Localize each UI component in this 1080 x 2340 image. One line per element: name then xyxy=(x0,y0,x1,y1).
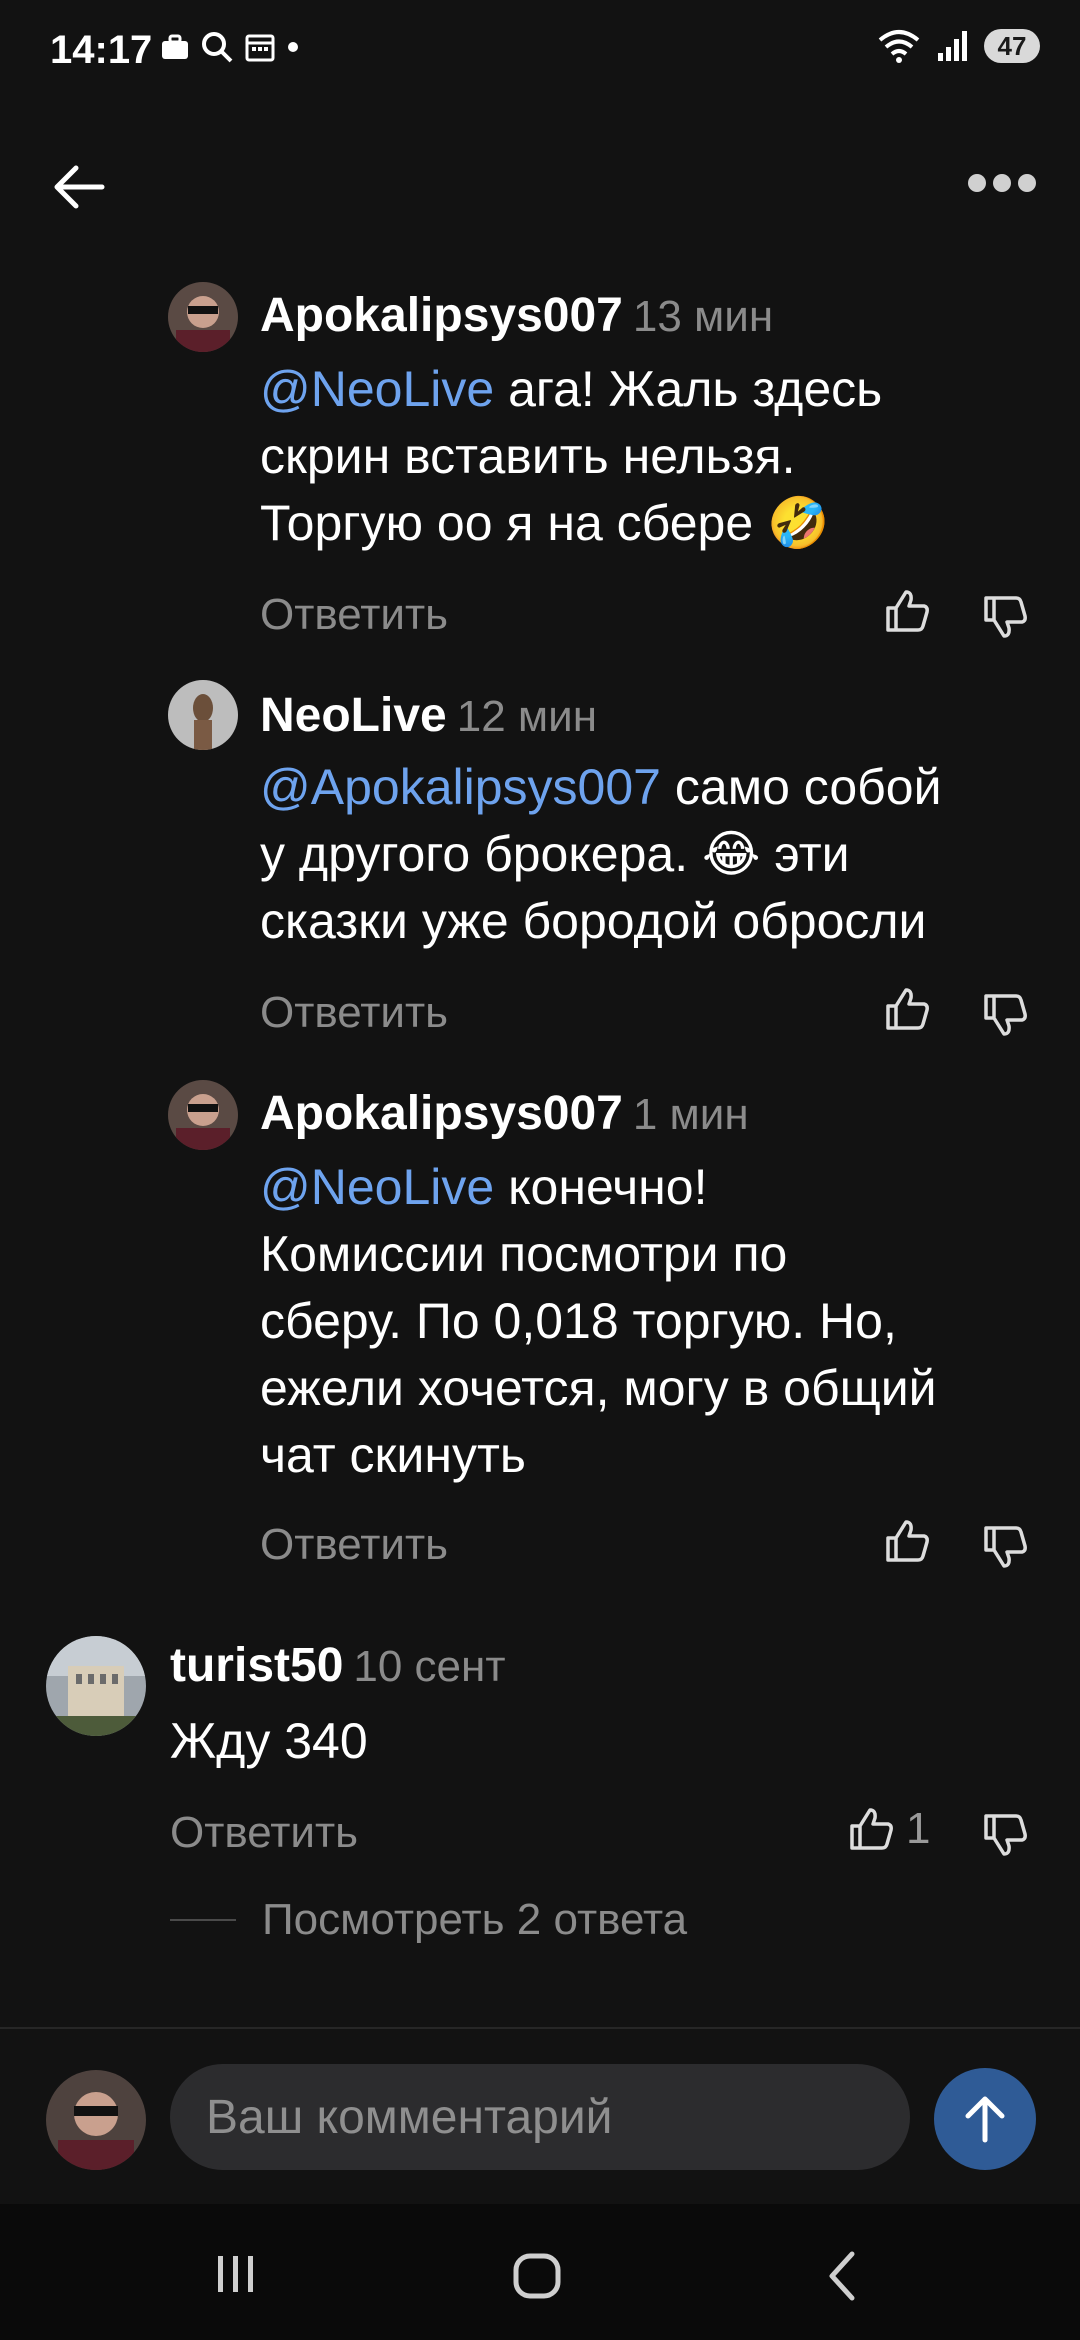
home-icon xyxy=(513,2253,561,2299)
briefcase-icon xyxy=(162,34,188,59)
home-button[interactable] xyxy=(510,2248,566,2309)
arrow-left-icon xyxy=(54,165,105,209)
replies-divider xyxy=(170,1919,236,1921)
comment-time: 12 мин xyxy=(456,692,598,741)
arrow-up-icon xyxy=(965,2096,1005,2143)
like-count: 1 xyxy=(906,1804,931,1853)
comment-author[interactable]: Apokalipsys007 13 мин xyxy=(260,288,773,343)
dislike-button[interactable] xyxy=(980,990,1034,1044)
avatar[interactable] xyxy=(46,1636,146,1736)
more-dot-icon xyxy=(1018,174,1036,192)
comment-text: @NeoLive конечно! Комиссии посмотри по с… xyxy=(260,1159,937,1483)
like-button[interactable] xyxy=(882,586,936,640)
mention-link[interactable]: @NeoLive xyxy=(260,361,494,417)
thumbs-up-icon xyxy=(850,1808,893,1850)
view-replies-button[interactable]: Посмотреть 2 ответа xyxy=(170,1895,687,1945)
more-options-button[interactable] xyxy=(968,168,1038,198)
back-button[interactable] xyxy=(46,154,112,220)
comment-text: @NeoLive ага! Жаль здесь скрин вставить … xyxy=(260,361,883,551)
thumbs-up-icon xyxy=(886,988,929,1030)
nav-back-button[interactable] xyxy=(820,2248,864,2309)
comment-reply: Apokalipsys007 1 мин @NeoLive конечно! Ко… xyxy=(168,1080,1048,1580)
wifi-icon xyxy=(878,30,920,63)
mention-link[interactable]: @Apokalipsys007 xyxy=(260,759,661,815)
comment-text: Жду 340 xyxy=(170,1713,368,1769)
reply-button[interactable]: Ответить xyxy=(170,1808,358,1858)
top-bar xyxy=(0,130,1080,240)
send-button[interactable] xyxy=(934,2068,1036,2170)
dislike-button[interactable] xyxy=(980,1522,1034,1576)
view-replies-label: Посмотреть 2 ответа xyxy=(262,1895,688,1944)
calendar-icon xyxy=(245,34,275,62)
like-button[interactable] xyxy=(846,1804,900,1858)
avatar[interactable] xyxy=(168,680,238,750)
battery-indicator: 47 xyxy=(984,29,1040,63)
like-button[interactable] xyxy=(882,984,936,1038)
user-avatar xyxy=(46,2070,146,2170)
thumbs-down-icon xyxy=(984,994,1027,1036)
like-button[interactable] xyxy=(882,1516,936,1570)
comment-time: 1 мин xyxy=(632,1090,749,1139)
comment-author[interactable]: Apokalipsys007 1 мин xyxy=(260,1086,749,1141)
chevron-left-icon xyxy=(829,2251,855,2301)
dislike-button[interactable] xyxy=(980,592,1034,646)
comment-author[interactable]: NeoLive 12 мин xyxy=(260,688,597,743)
comment-reply: NeoLive 12 мин @Apokalipsys007 само собой… xyxy=(168,680,1048,1060)
status-notifications xyxy=(160,30,300,64)
comment-time: 13 мин xyxy=(632,292,774,341)
thumbs-down-icon xyxy=(984,1814,1027,1856)
comment-author[interactable]: turist50 10 сент xyxy=(170,1638,505,1693)
thumbs-down-icon xyxy=(984,1526,1027,1568)
system-nav-bar xyxy=(0,2204,1080,2340)
thumbs-down-icon xyxy=(984,596,1027,638)
recents-icon xyxy=(218,2256,253,2292)
composer-divider xyxy=(0,2027,1080,2029)
comment-text: @Apokalipsys007 само собой у другого бро… xyxy=(260,759,942,949)
comment-time: 10 сент xyxy=(353,1642,506,1691)
status-system-icons: 47 xyxy=(876,28,1040,64)
status-bar: 14:17 47 xyxy=(0,0,1080,110)
comment-input[interactable] xyxy=(170,2064,910,2170)
dislike-button[interactable] xyxy=(980,1810,1034,1864)
comment-reply: Apokalipsys007 13 мин @NeoLive ага! Жаль … xyxy=(168,282,1048,662)
thumbs-up-icon xyxy=(886,1520,929,1562)
comment-top-level: turist50 10 сент Жду 340 Ответить 1 xyxy=(46,1636,1046,1866)
status-time: 14:17 xyxy=(50,28,153,72)
recents-button[interactable] xyxy=(212,2252,260,2301)
dot-icon xyxy=(288,42,298,52)
search-icon xyxy=(202,32,233,63)
mention-link[interactable]: @NeoLive xyxy=(260,1159,494,1215)
reply-button[interactable]: Ответить xyxy=(260,1520,448,1570)
thumbs-up-icon xyxy=(886,590,929,632)
more-dot-icon xyxy=(968,174,986,192)
signal-icon xyxy=(938,31,967,61)
reply-button[interactable]: Ответить xyxy=(260,988,448,1038)
avatar[interactable] xyxy=(168,1080,238,1150)
more-dot-icon xyxy=(993,174,1011,192)
avatar[interactable] xyxy=(168,282,238,352)
reply-button[interactable]: Ответить xyxy=(260,590,448,640)
